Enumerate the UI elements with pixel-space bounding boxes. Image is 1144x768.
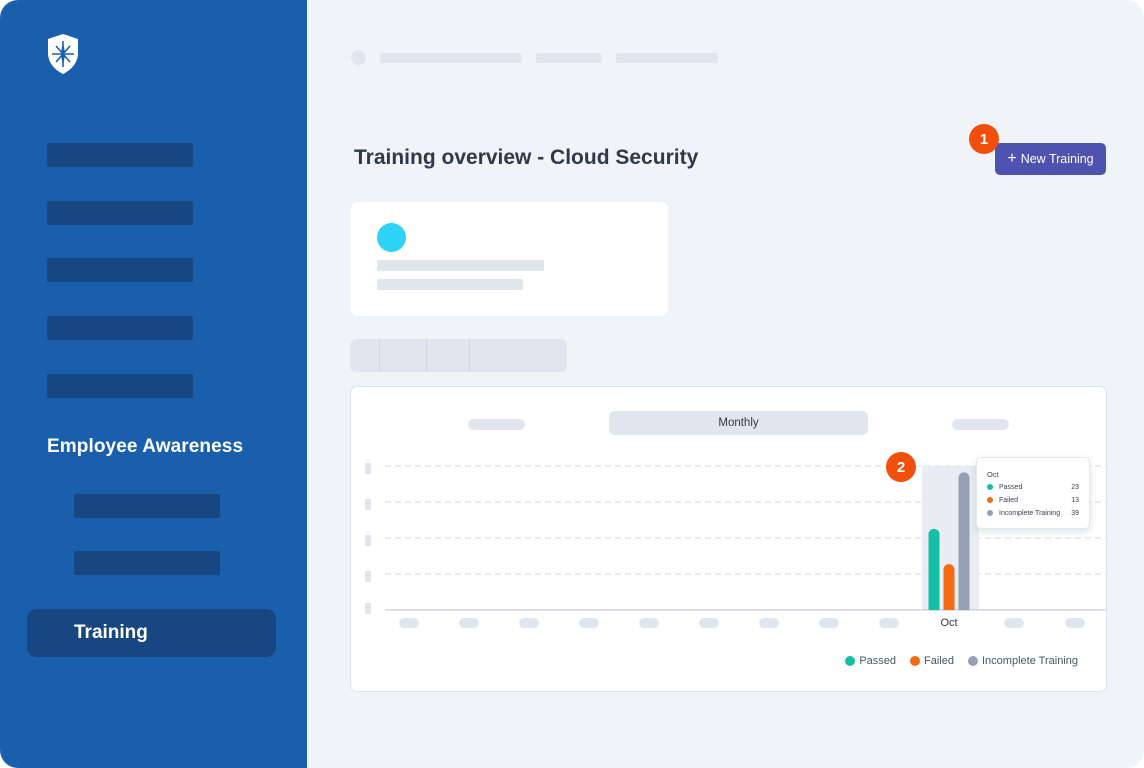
incomplete-dot-icon <box>968 656 978 666</box>
legend-label: Passed <box>859 655 897 667</box>
x-tick <box>399 618 419 628</box>
breadcrumb-icon <box>351 50 366 65</box>
failed-dot-icon <box>910 656 921 666</box>
bar-passed <box>928 528 940 610</box>
x-tick <box>519 618 539 628</box>
sidebar-item-training[interactable]: Training <box>27 609 276 657</box>
tooltip-label: Passed <box>999 483 1023 491</box>
x-tick <box>1004 618 1024 628</box>
tooltip-row-passed: Passed 23 <box>987 482 1079 492</box>
x-tick <box>759 618 779 628</box>
tooltip-value: 39 <box>1071 509 1079 517</box>
x-tick <box>879 618 899 628</box>
sidebar-item-training-label: Training <box>74 622 148 643</box>
sidebar-item-5[interactable] <box>47 374 193 398</box>
step-marker-2: 2 <box>886 452 916 482</box>
summary-card <box>351 202 668 316</box>
legend-passed[interactable]: Passed <box>845 655 896 667</box>
segmented-control[interactable] <box>350 339 567 372</box>
legend-incomplete[interactable]: Incomplete Training <box>968 655 1078 667</box>
x-tick <box>819 618 839 628</box>
x-tick <box>639 618 659 628</box>
shield-compass-icon[interactable] <box>46 33 80 75</box>
chart-legend: Passed Failed Incomplete Training <box>845 655 1078 667</box>
passed-dot-icon <box>987 484 993 490</box>
tooltip-label: Failed <box>999 496 1019 504</box>
tooltip-title: Oct <box>987 470 999 479</box>
x-tick <box>459 618 479 628</box>
x-tick <box>1065 618 1085 628</box>
incomplete-dot-icon <box>987 510 993 516</box>
card-status-icon <box>377 223 406 252</box>
legend-label: Incomplete Training <box>982 655 1078 667</box>
chart-panel: Monthly Oct Oct Passed 23 Failed 13 Inco… <box>350 386 1107 692</box>
bar-base-incomplete-training <box>958 602 970 610</box>
sidebar-section-employee-awareness: Employee Awareness <box>47 436 244 457</box>
sidebar-subitem-2[interactable] <box>74 551 220 575</box>
legend-failed[interactable]: Failed <box>910 655 954 667</box>
x-tick <box>699 618 719 628</box>
bar-base-passed <box>928 602 940 610</box>
tooltip-row-failed: Failed 13 <box>987 495 1079 505</box>
x-label-oct: Oct <box>940 617 958 629</box>
breadcrumb-item[interactable] <box>380 53 522 63</box>
bar-chart <box>385 465 1106 611</box>
tooltip-label: Incomplete Training <box>999 509 1061 517</box>
x-tick <box>579 618 599 628</box>
sidebar: Employee Awareness Training <box>0 0 307 768</box>
sidebar-item-2[interactable] <box>47 201 193 225</box>
sidebar-subitem-1[interactable] <box>74 494 220 518</box>
step-marker-1: 1 <box>969 124 999 154</box>
legend-label: Failed <box>924 655 954 667</box>
bar-incomplete-training <box>958 472 970 610</box>
sidebar-item-3[interactable] <box>47 258 193 282</box>
bar-base-failed <box>943 602 955 610</box>
new-training-button[interactable]: + New Training <box>995 143 1106 175</box>
sidebar-item-4[interactable] <box>47 316 193 340</box>
card-line <box>377 279 523 290</box>
plus-icon: + <box>1007 149 1017 167</box>
breadcrumb-item[interactable] <box>616 53 718 63</box>
breadcrumb-item[interactable] <box>536 53 602 63</box>
tooltip-row-incomplete: Incomplete Training 39 <box>987 508 1079 518</box>
failed-dot-icon <box>987 497 993 503</box>
app-window: Employee Awareness Training Training ove… <box>0 0 1144 768</box>
new-training-label: New Training <box>1020 152 1094 166</box>
tooltip-value: 13 <box>1071 496 1079 504</box>
sidebar-item-1[interactable] <box>47 143 193 167</box>
passed-dot-icon <box>845 656 856 666</box>
page-title: Training overview - Cloud Security <box>354 146 699 169</box>
card-line <box>377 260 544 271</box>
tooltip-value: 23 <box>1071 483 1079 491</box>
chart-tooltip: Oct Passed 23 Failed 13 Incomplete Train… <box>976 457 1090 529</box>
